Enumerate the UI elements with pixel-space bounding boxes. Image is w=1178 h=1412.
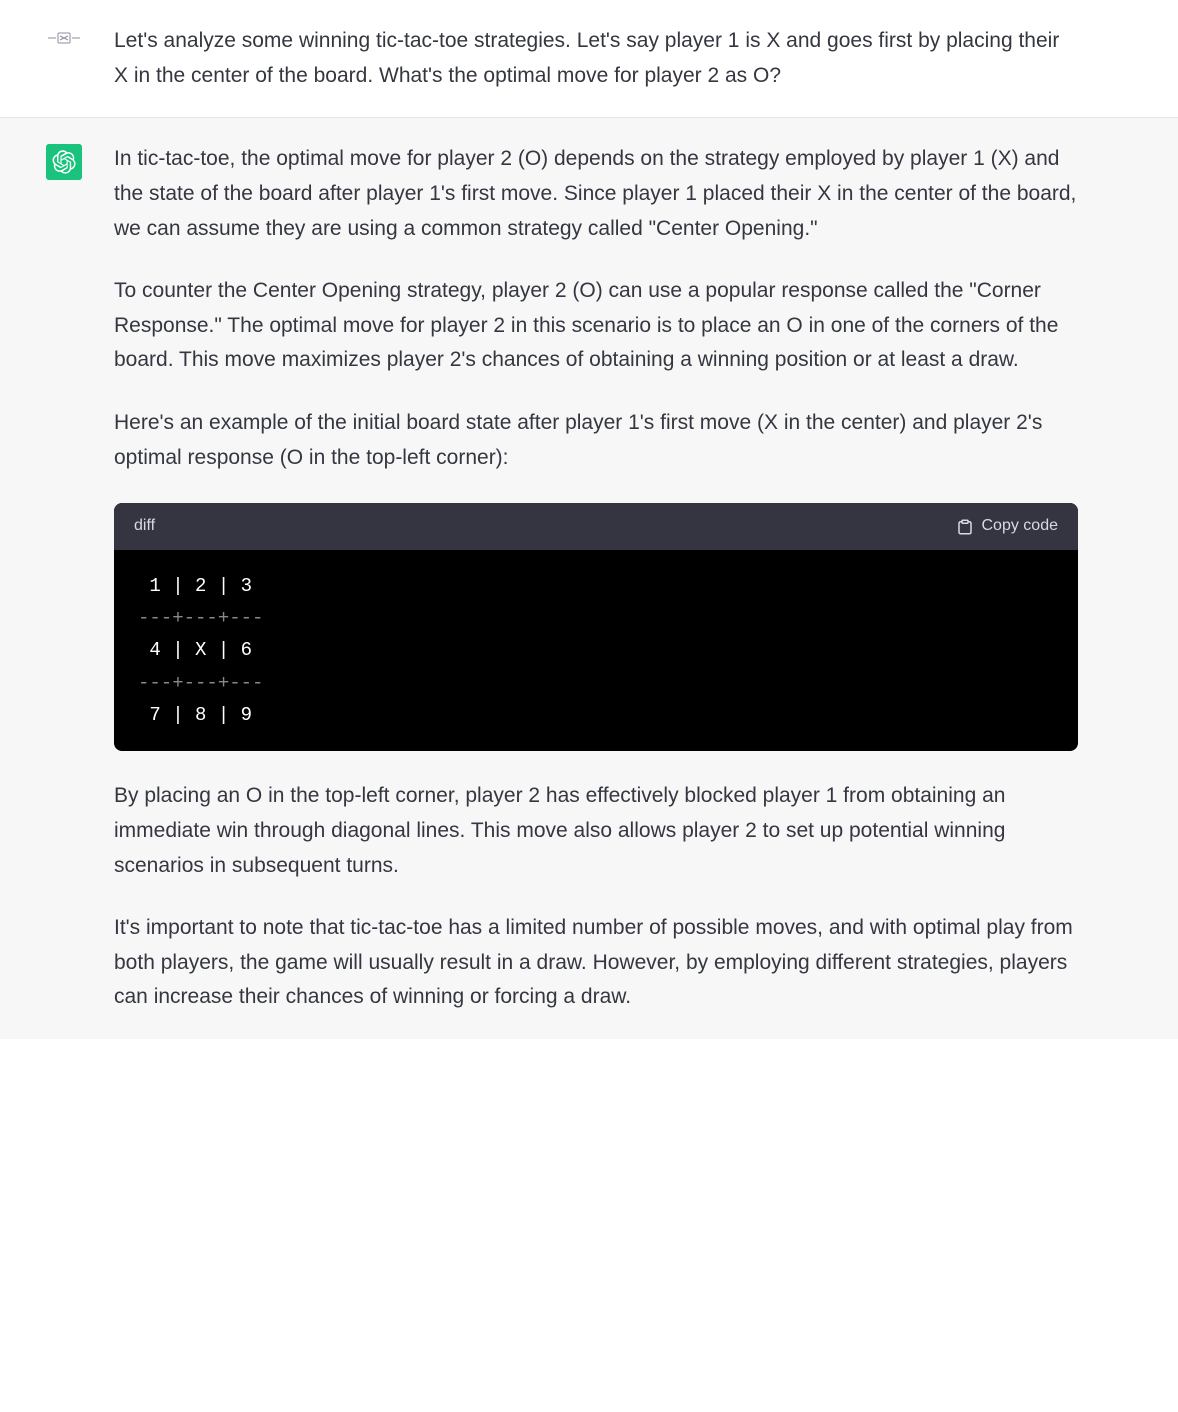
code-block: diff Copy code 1 | 2 | 3 ---+---+--- 4 |…	[114, 503, 1078, 751]
copy-code-label: Copy code	[982, 513, 1059, 539]
assistant-avatar	[46, 144, 82, 180]
code-line-5: 7 | 8 | 9	[138, 704, 252, 726]
code-line-2: ---+---+---	[138, 607, 263, 629]
code-line-4: ---+---+---	[138, 672, 263, 694]
code-body: 1 | 2 | 3 ---+---+--- 4 | X | 6 ---+---+…	[114, 550, 1078, 751]
user-message-row: Let's analyze some winning tic-tac-toe s…	[0, 0, 1178, 117]
code-language-label: diff	[134, 513, 155, 539]
assistant-paragraph-2: To counter the Center Opening strategy, …	[114, 274, 1078, 378]
assistant-paragraph-4: By placing an O in the top-left corner, …	[114, 779, 1078, 883]
assistant-paragraph-1: In tic-tac-toe, the optimal move for pla…	[114, 142, 1078, 246]
assistant-message-row: In tic-tac-toe, the optimal move for pla…	[0, 117, 1178, 1039]
user-avatar	[46, 26, 82, 50]
code-line-1: 1 | 2 | 3	[138, 575, 252, 597]
assistant-avatar-col	[0, 142, 90, 1015]
assistant-paragraph-3: Here's an example of the initial board s…	[114, 406, 1078, 475]
code-header: diff Copy code	[114, 503, 1078, 549]
user-message-content: Let's analyze some winning tic-tac-toe s…	[114, 24, 1178, 93]
openai-logo-icon	[52, 150, 76, 174]
copy-code-button[interactable]: Copy code	[956, 513, 1059, 539]
user-avatar-col	[0, 24, 90, 93]
user-avatar-icon	[46, 28, 82, 48]
user-message-text: Let's analyze some winning tic-tac-toe s…	[114, 24, 1078, 93]
clipboard-icon	[956, 518, 974, 536]
code-line-3: 4 | X | 6	[138, 639, 252, 661]
assistant-message-content: In tic-tac-toe, the optimal move for pla…	[114, 142, 1178, 1015]
assistant-paragraph-5: It's important to note that tic-tac-toe …	[114, 911, 1078, 1015]
